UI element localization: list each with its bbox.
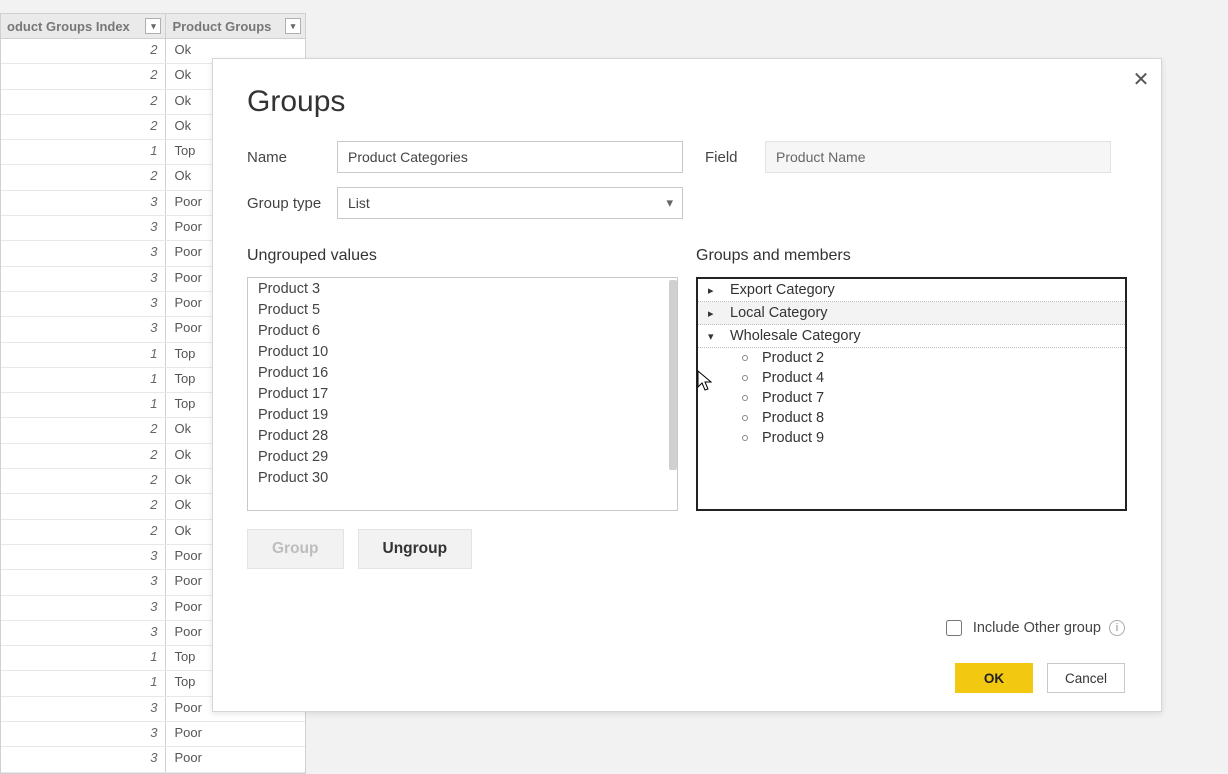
field-readonly: Product Name [765, 141, 1111, 173]
group-member[interactable]: Product 4 [742, 368, 1125, 388]
cell-index: 2 [1, 90, 166, 114]
group-button[interactable]: Group [247, 529, 344, 569]
ungrouped-values-list[interactable]: Product 3Product 5Product 6Product 10Pro… [247, 277, 678, 511]
list-item[interactable]: Product 6 [248, 320, 677, 341]
cell-index: 3 [1, 317, 166, 341]
cell-index: 3 [1, 292, 166, 316]
cell-index: 2 [1, 64, 166, 88]
cell-index: 1 [1, 368, 166, 392]
info-icon[interactable]: i [1109, 620, 1125, 636]
ungrouped-values-title: Ungrouped values [247, 247, 678, 265]
cell-index: 1 [1, 671, 166, 695]
column-header-index[interactable]: oduct Groups Index ▾ [1, 14, 166, 38]
scrollbar[interactable] [667, 278, 677, 510]
cell-index: 3 [1, 722, 166, 746]
cell-index: 2 [1, 520, 166, 544]
group-name: Wholesale Category [730, 328, 861, 344]
name-input[interactable] [337, 141, 683, 173]
close-icon[interactable]: ✕ [1127, 65, 1155, 93]
groups-members-title: Groups and members [696, 247, 1127, 265]
cell-index: 2 [1, 469, 166, 493]
cell-index: 3 [1, 697, 166, 721]
group-member[interactable]: Product 2 [742, 348, 1125, 368]
cell-index: 2 [1, 165, 166, 189]
name-label: Name [247, 149, 337, 166]
cell-index: 3 [1, 621, 166, 645]
ungroup-button[interactable]: Ungroup [358, 529, 473, 569]
group-name: Export Category [730, 282, 835, 298]
list-item[interactable]: Product 17 [248, 383, 677, 404]
table-row[interactable]: 3Poor [1, 747, 305, 772]
member-label: Product 4 [762, 370, 824, 386]
group-name: Local Category [730, 305, 828, 321]
field-label: Field [705, 149, 765, 166]
member-label: Product 8 [762, 410, 824, 426]
cell-index: 3 [1, 267, 166, 291]
cell-index: 1 [1, 140, 166, 164]
group-type-label: Group type [247, 195, 337, 212]
list-item[interactable]: Product 28 [248, 425, 677, 446]
list-item[interactable]: Product 10 [248, 341, 677, 362]
group-member[interactable]: Product 9 [742, 428, 1125, 448]
cell-index: 3 [1, 545, 166, 569]
cell-index: 2 [1, 39, 166, 63]
groups-members-tree[interactable]: ▸ Export Category ▸ Local Category ▾ Wholesal… [696, 277, 1127, 511]
column-filter-dropdown-icon[interactable]: ▾ [285, 18, 301, 34]
column-header-group[interactable]: Product Groups ▾ [166, 14, 305, 38]
cell-index: 1 [1, 393, 166, 417]
member-label: Product 9 [762, 430, 824, 446]
group-member[interactable]: Product 7 [742, 388, 1125, 408]
list-item[interactable]: Product 3 [248, 278, 677, 299]
cell-index: 3 [1, 241, 166, 265]
group-node[interactable]: ▸ Local Category [698, 302, 1125, 325]
cell-index: 3 [1, 216, 166, 240]
cancel-button[interactable]: Cancel [1047, 663, 1125, 693]
dialog-title: Groups [247, 85, 1127, 119]
list-item[interactable]: Product 5 [248, 299, 677, 320]
include-other-checkbox[interactable] [946, 620, 962, 636]
tree-expand-icon[interactable]: ▸ [708, 284, 720, 297]
cell-index: 2 [1, 115, 166, 139]
group-member[interactable]: Product 8 [742, 408, 1125, 428]
column-header-group-label: Product Groups [172, 19, 271, 34]
list-item[interactable]: Product 30 [248, 467, 677, 488]
table-header-row: oduct Groups Index ▾ Product Groups ▾ [1, 14, 305, 39]
ok-button[interactable]: OK [955, 663, 1033, 693]
group-node[interactable]: ▾ Wholesale Category [698, 325, 1125, 348]
table-row[interactable]: 3Poor [1, 722, 305, 747]
column-filter-dropdown-icon[interactable]: ▾ [145, 18, 161, 34]
list-item[interactable]: Product 16 [248, 362, 677, 383]
group-node[interactable]: ▸ Export Category [698, 279, 1125, 302]
list-item[interactable]: Product 19 [248, 404, 677, 425]
cell-index: 2 [1, 444, 166, 468]
tree-expand-icon[interactable]: ▾ [708, 330, 720, 343]
include-other-label: Include Other group [973, 620, 1101, 636]
cell-index: 3 [1, 596, 166, 620]
group-type-select[interactable] [337, 187, 683, 219]
member-label: Product 2 [762, 350, 824, 366]
column-header-index-label: oduct Groups Index [7, 19, 130, 34]
bullet-icon [742, 395, 748, 401]
scrollbar-thumb[interactable] [669, 280, 677, 470]
cell-group: Poor [166, 722, 305, 746]
cell-index: 3 [1, 570, 166, 594]
cell-index: 1 [1, 343, 166, 367]
bullet-icon [742, 435, 748, 441]
cell-index: 2 [1, 494, 166, 518]
bullet-icon [742, 415, 748, 421]
cell-index: 2 [1, 418, 166, 442]
cell-index: 3 [1, 191, 166, 215]
groups-dialog: ✕ Groups Name Field Product Name Group t… [212, 58, 1162, 712]
tree-expand-icon[interactable]: ▸ [708, 307, 720, 320]
cell-index: 1 [1, 646, 166, 670]
member-label: Product 7 [762, 390, 824, 406]
bullet-icon [742, 355, 748, 361]
bullet-icon [742, 375, 748, 381]
list-item[interactable]: Product 29 [248, 446, 677, 467]
